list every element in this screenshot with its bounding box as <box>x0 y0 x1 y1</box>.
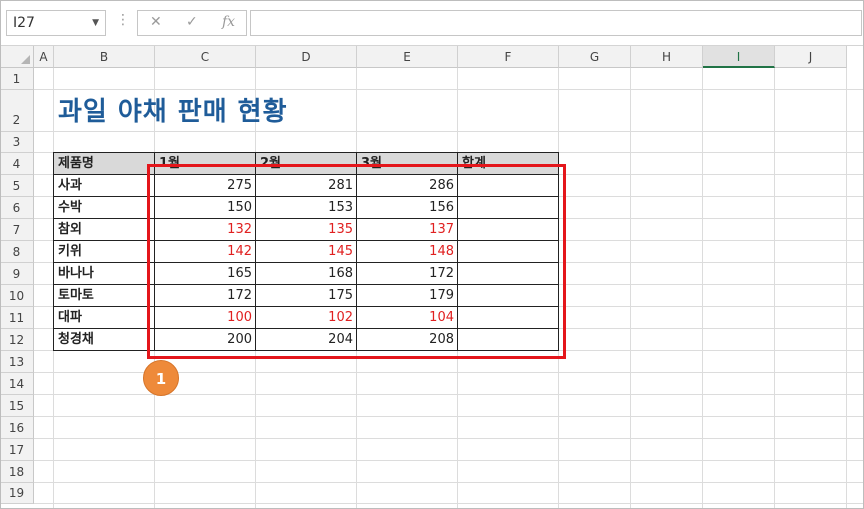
row-header-7[interactable]: 7 <box>0 219 34 241</box>
row-header-18[interactable]: 18 <box>0 461 34 483</box>
selection-highlight-box <box>147 164 566 359</box>
worksheet-grid[interactable]: A B C D E F G H I J 1 2 3 4 5 6 7 8 9 10 11 12 13 14 15 16 17 18 19 과… <box>0 46 864 509</box>
select-all-button[interactable] <box>0 46 34 68</box>
row-header-15[interactable]: 15 <box>0 395 34 417</box>
column-header-j[interactable]: J <box>775 46 847 68</box>
column-header-i[interactable]: I <box>703 46 775 68</box>
column-header-h[interactable]: H <box>631 46 703 68</box>
column-header-b[interactable]: B <box>54 46 155 68</box>
row-header-8[interactable]: 8 <box>0 241 34 263</box>
row-header-2[interactable]: 2 <box>0 90 34 132</box>
row-header-4[interactable]: 4 <box>0 153 34 175</box>
cancel-icon[interactable]: ✕ <box>150 14 162 30</box>
name-box[interactable]: I27 ▼ <box>6 10 106 36</box>
gridline-vertical <box>846 68 847 509</box>
product-name-cell[interactable]: 바나나 <box>53 262 155 285</box>
row-header-6[interactable]: 6 <box>0 197 34 219</box>
row-header-11[interactable]: 11 <box>0 307 34 329</box>
row-header-13[interactable]: 13 <box>0 351 34 373</box>
gridline-horizontal <box>34 482 864 483</box>
enter-icon[interactable]: ✓ <box>186 14 198 30</box>
gridline-horizontal <box>34 503 864 504</box>
gridline-vertical <box>630 68 631 509</box>
row-header-17[interactable]: 17 <box>0 439 34 461</box>
row-header-12[interactable]: 12 <box>0 329 34 351</box>
formula-buttons: ✕ ✓ fx <box>137 10 247 36</box>
row-header-14[interactable]: 14 <box>0 373 34 395</box>
row-header-5[interactable]: 5 <box>0 175 34 197</box>
gridline-horizontal <box>34 89 864 90</box>
product-name-cell[interactable]: 키위 <box>53 240 155 263</box>
column-header-d[interactable]: D <box>256 46 357 68</box>
gridline-horizontal <box>34 438 864 439</box>
formula-bar-grip-icon: ⋮ <box>116 12 130 28</box>
column-header-e[interactable]: E <box>357 46 458 68</box>
column-header-a[interactable]: A <box>34 46 54 68</box>
row-header-3[interactable]: 3 <box>0 132 34 153</box>
name-box-dropdown-icon[interactable]: ▼ <box>92 11 99 35</box>
insert-function-icon[interactable]: fx <box>222 14 235 30</box>
gridline-horizontal <box>34 416 864 417</box>
product-name-cell[interactable]: 참외 <box>53 218 155 241</box>
gridline-horizontal <box>34 460 864 461</box>
product-name-cell[interactable]: 사과 <box>53 174 155 197</box>
product-name-cell[interactable]: 수박 <box>53 196 155 219</box>
name-box-value: I27 <box>13 15 35 31</box>
product-name-cell[interactable]: 대파 <box>53 306 155 329</box>
product-name-cell[interactable]: 청경채 <box>53 328 155 351</box>
column-header-f[interactable]: F <box>458 46 559 68</box>
formula-input[interactable] <box>250 10 862 36</box>
gridline-vertical <box>774 68 775 509</box>
step-number-badge: 1 <box>143 360 179 396</box>
row-header-9[interactable]: 9 <box>0 263 34 285</box>
formula-bar: I27 ▼ ⋮ ✕ ✓ fx <box>0 0 864 46</box>
product-name-cell[interactable]: 토마토 <box>53 284 155 307</box>
row-header-19[interactable]: 19 <box>0 483 34 504</box>
table-header-cell[interactable]: 제품명 <box>53 152 155 175</box>
row-header-10[interactable]: 10 <box>0 285 34 307</box>
sheet-title: 과일 야채 판매 현황 <box>58 97 288 127</box>
row-header-1[interactable]: 1 <box>0 68 34 90</box>
column-header-g[interactable]: G <box>559 46 631 68</box>
row-header-16[interactable]: 16 <box>0 417 34 439</box>
gridline-vertical <box>702 68 703 509</box>
column-header-c[interactable]: C <box>155 46 256 68</box>
